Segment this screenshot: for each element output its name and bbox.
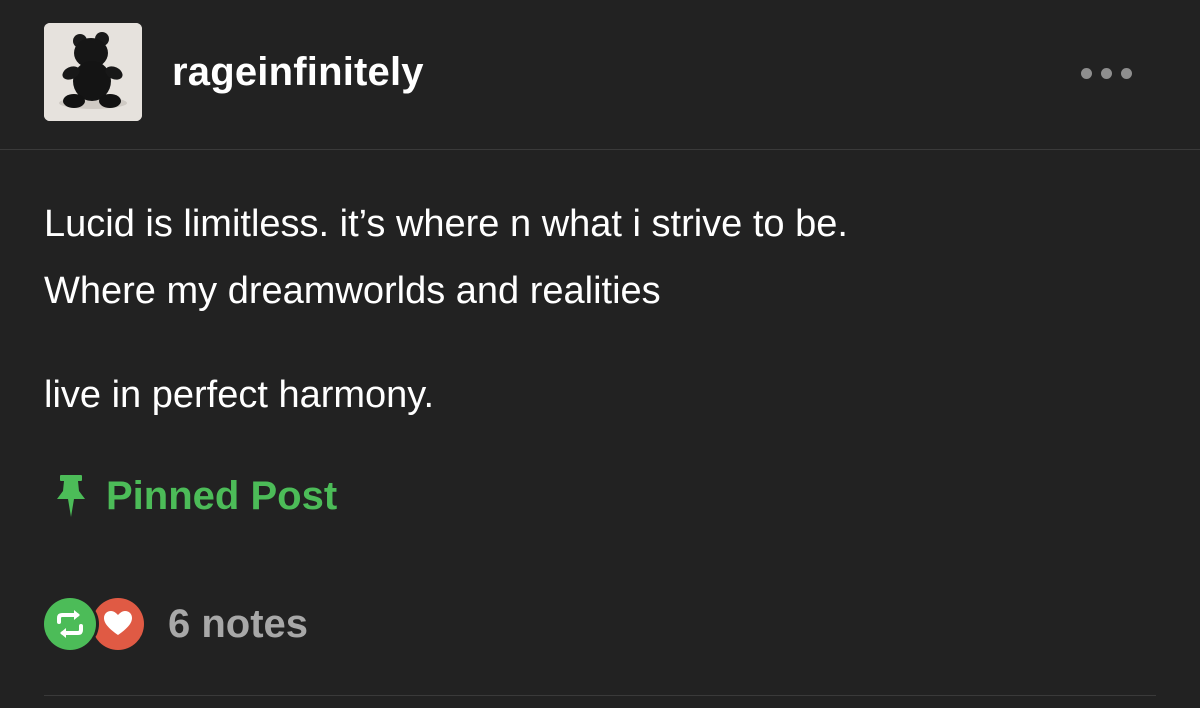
notes-button[interactable]: 6 notes xyxy=(44,596,308,652)
pushpin-icon xyxy=(57,475,85,517)
note-icons xyxy=(44,597,148,651)
divider xyxy=(44,695,1156,696)
notes-count: 6 notes xyxy=(168,601,309,646)
more-options-button[interactable] xyxy=(1072,56,1142,90)
teddy-bear-icon xyxy=(44,23,142,121)
tumblr-post: rageinfinitely Lucid is limitless. it’s … xyxy=(0,0,1200,708)
avatar[interactable] xyxy=(44,23,142,121)
ellipsis-icon xyxy=(1121,68,1132,79)
post-body-line: live in perfect harmony. xyxy=(44,374,435,416)
pinned-post-badge[interactable]: Pinned Post xyxy=(54,470,337,522)
heart-icon xyxy=(92,598,144,650)
pinned-post-label: Pinned Post xyxy=(106,473,338,518)
username[interactable]: rageinfinitely xyxy=(172,50,424,95)
ellipsis-icon xyxy=(1101,68,1112,79)
post-body-line: Where my dreamworlds and realities xyxy=(44,270,661,312)
ellipsis-icon xyxy=(1081,68,1092,79)
reblog-icon xyxy=(44,598,96,650)
post-body-line: Lucid is limitless. it’s where n what i … xyxy=(44,203,848,245)
post-header: rageinfinitely xyxy=(0,0,1200,150)
